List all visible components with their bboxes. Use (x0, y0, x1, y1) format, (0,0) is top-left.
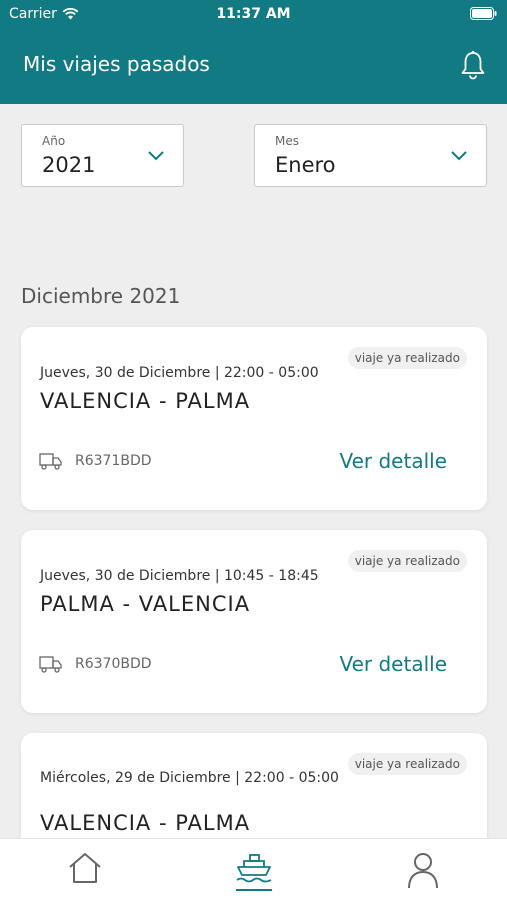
month-select-label: Mes (275, 134, 299, 148)
trip-route: VALENCIA - PALMA (40, 389, 251, 413)
truck-icon (39, 453, 62, 470)
status-badge: viaje ya realizado (347, 753, 467, 775)
view-detail-link[interactable]: Ver detalle (339, 652, 447, 676)
year-select[interactable]: Año 2021 (21, 124, 184, 187)
status-badge: viaje ya realizado (347, 550, 467, 572)
status-bar: Carrier 11:37 AM (0, 0, 507, 28)
status-badge: viaje ya realizado (347, 347, 467, 369)
year-select-label: Año (42, 134, 66, 148)
page-title: Mis viajes pasados (23, 52, 210, 76)
trip-route: PALMA - VALENCIA (40, 592, 251, 616)
active-tab-indicator (236, 889, 272, 891)
trip-route: VALENCIA - PALMA (40, 811, 251, 835)
trip-date: Jueves, 30 de Diciembre | 10:45 - 18:45 (40, 568, 319, 584)
user-icon (408, 853, 438, 889)
bottom-tab-bar (0, 838, 507, 900)
trip-card[interactable]: viaje ya realizado Jueves, 30 de Diciemb… (21, 327, 487, 510)
home-icon (69, 853, 101, 883)
chevron-down-icon (148, 151, 164, 161)
vehicle-plate: R6371BDD (75, 453, 152, 469)
battery-icon (470, 7, 497, 20)
tab-profile[interactable] (373, 839, 473, 900)
month-select[interactable]: Mes Enero (254, 124, 487, 187)
status-time: 11:37 AM (216, 6, 291, 22)
tab-home[interactable] (35, 839, 135, 900)
month-select-value: Enero (275, 153, 336, 177)
trip-date: Jueves, 30 de Diciembre | 22:00 - 05:00 (40, 365, 319, 381)
year-select-value: 2021 (42, 153, 96, 177)
bell-icon[interactable] (459, 50, 487, 80)
app-header: Carrier 11:37 AM Mis viajes pasados (0, 0, 507, 104)
chevron-down-icon (451, 151, 467, 161)
truck-icon (39, 656, 62, 673)
trip-date: Miércoles, 29 de Diciembre | 22:00 - 05:… (40, 770, 339, 786)
trip-card[interactable]: viaje ya realizado Jueves, 30 de Diciemb… (21, 530, 487, 713)
section-heading: Diciembre 2021 (21, 284, 181, 308)
ship-icon (236, 854, 272, 883)
view-detail-link[interactable]: Ver detalle (339, 449, 447, 473)
vehicle-plate: R6370BDD (75, 656, 152, 672)
